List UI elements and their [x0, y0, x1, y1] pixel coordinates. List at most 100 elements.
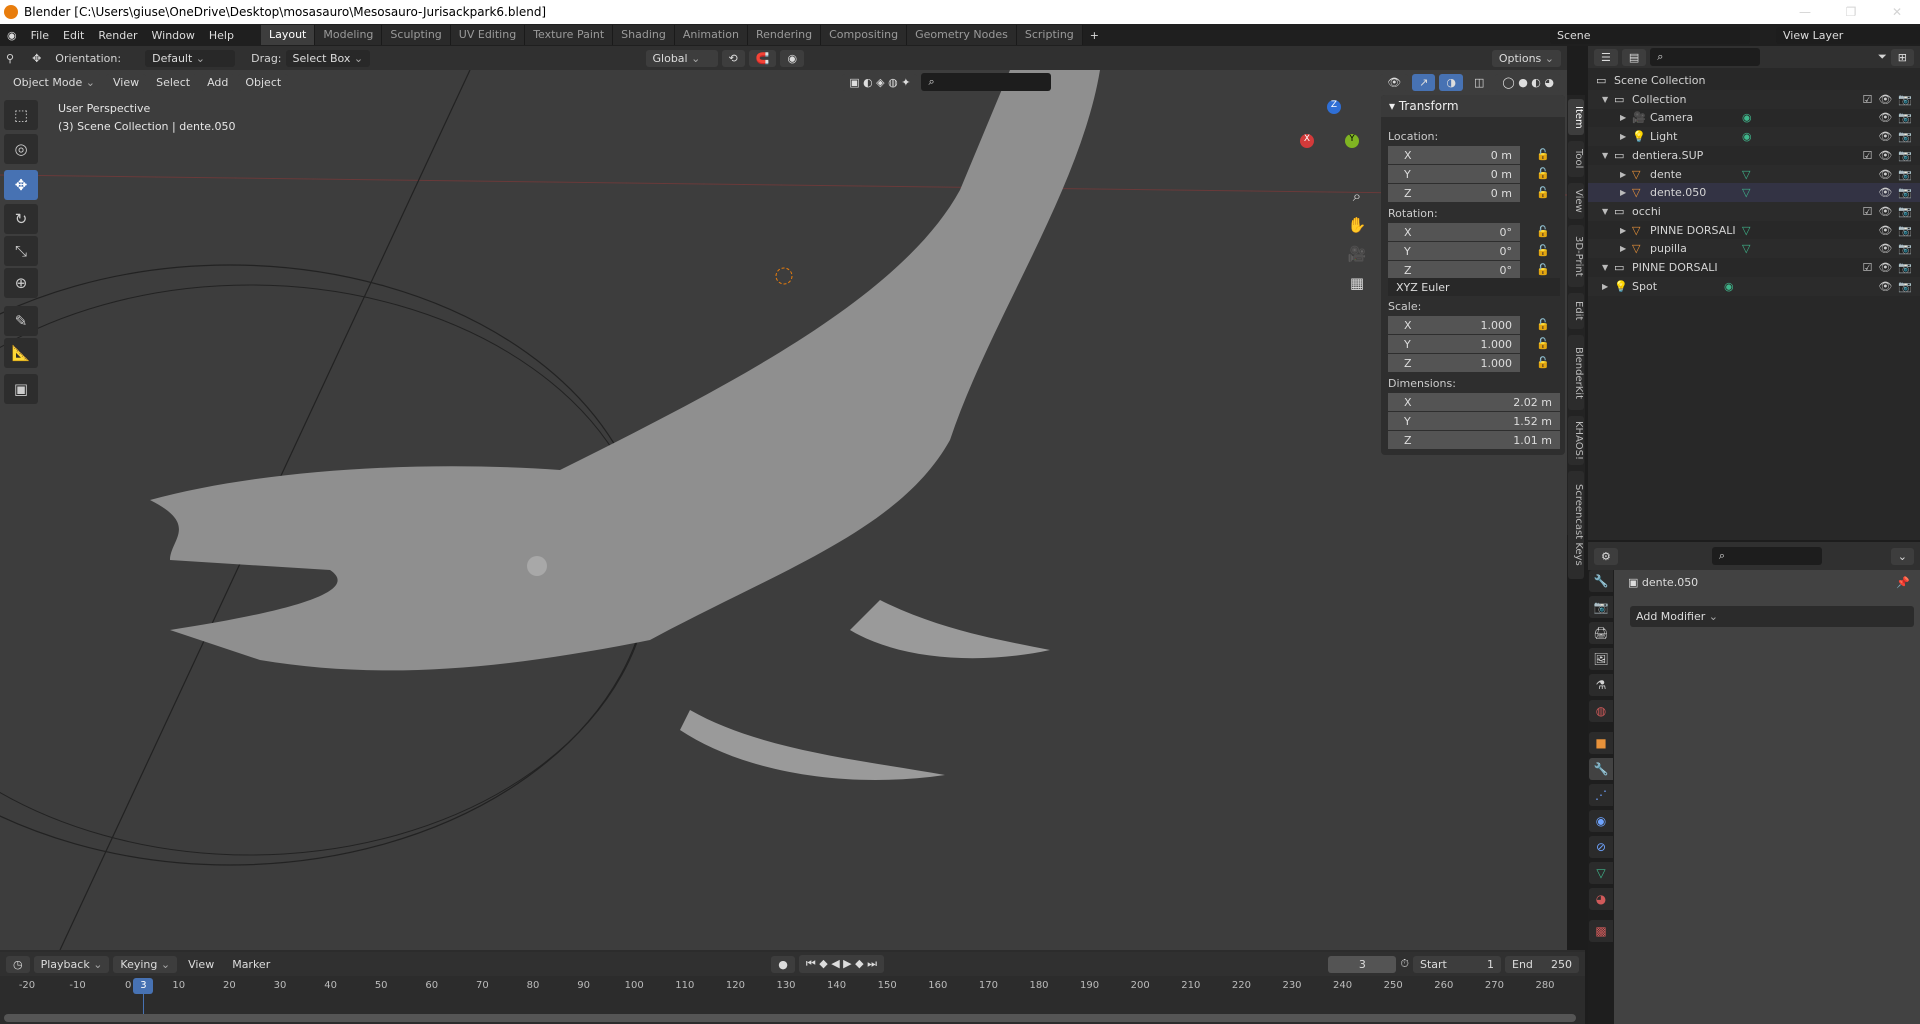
expand-arrow-icon[interactable]: ▼ [1602, 95, 1608, 104]
menu-edit[interactable]: Edit [56, 29, 91, 42]
sidebar-tab-edit[interactable]: Edit [1568, 293, 1584, 329]
outliner-row[interactable]: ▭ Scene Collection [1588, 71, 1920, 90]
overlay-toggle-icon[interactable]: ◑ [1439, 73, 1463, 91]
constraints-tab-icon[interactable]: ⊘ [1589, 836, 1613, 858]
sidebar-tab-screencast-keys[interactable]: Screencast Keys [1568, 471, 1584, 579]
mesh-data-icon[interactable]: ▽ [1742, 186, 1750, 199]
render-camera-icon[interactable]: 📷 [1898, 242, 1912, 255]
sidebar-tab-blenderkit[interactable]: BlenderKit [1568, 335, 1584, 410]
eye-icon[interactable]: 👁 [1878, 186, 1892, 199]
add-workspace-button[interactable]: + [1083, 29, 1106, 42]
annotate-tool[interactable]: ✎ [4, 306, 38, 336]
shading-modes[interactable]: ◯ ● ◐ ◕ [1495, 73, 1561, 91]
options-button[interactable]: Options [1491, 49, 1561, 67]
render-camera-icon[interactable]: 📷 [1898, 261, 1912, 274]
render-camera-icon[interactable]: 📷 [1898, 149, 1912, 162]
rotate-tool[interactable]: ↻ [4, 204, 38, 234]
object-tab-icon[interactable]: ■ [1589, 732, 1613, 754]
rotation-z-field[interactable]: Z 0° [1388, 261, 1520, 279]
viewport-menu-object[interactable]: Object [238, 73, 289, 91]
eye-icon[interactable]: 👁 [1878, 224, 1892, 237]
menu-file[interactable]: File [24, 29, 56, 42]
rotation-y-field[interactable]: Y 0° [1388, 242, 1520, 260]
scene-tab-icon[interactable]: ⚗ [1589, 674, 1613, 696]
gizmo-toggle-icon[interactable]: ↗ [1412, 73, 1436, 91]
outliner-row[interactable]: ▶ ▽ PINNE DORSALI ▽ 👁 📷 [1588, 221, 1920, 240]
scene-selector[interactable]: Scene [1550, 26, 1750, 44]
pin-icon[interactable]: 📌 [1896, 576, 1910, 589]
eye-icon[interactable]: 👁 [1878, 149, 1892, 162]
orientation-dropdown[interactable]: Default [145, 49, 236, 67]
outliner-row[interactable]: ▶ ▽ pupilla ▽ 👁 📷 [1588, 239, 1920, 259]
outliner-row[interactable]: ▼ ▭ occhi ☑ 👁 📷 [1588, 201, 1920, 221]
rotation-lock-icon[interactable]: 🔓 [1536, 244, 1550, 257]
menu-render[interactable]: Render [91, 29, 144, 42]
drag-dropdown[interactable]: Select Box [285, 49, 370, 67]
scale-y-field[interactable]: Y 1.000 [1388, 335, 1520, 353]
measure-tool[interactable]: 📐 [4, 338, 38, 368]
light-data-icon[interactable]: ◉ [1742, 130, 1752, 143]
tab-layout[interactable]: Layout [260, 25, 316, 45]
display-mode-icon[interactable]: ▤ [1621, 48, 1647, 66]
minimize-button[interactable]: — [1782, 0, 1828, 24]
properties-editor-type-icon[interactable]: ⚙ [1594, 547, 1618, 565]
expand-arrow-icon[interactable]: ▶ [1620, 226, 1626, 235]
eye-icon[interactable]: 👁 [1878, 168, 1892, 181]
close-button[interactable]: ✕ [1874, 0, 1920, 24]
scale-tool[interactable]: ⤡ [4, 236, 38, 266]
outliner-row[interactable]: ▶ 💡 Light ◉ 👁 📷 [1588, 127, 1920, 147]
outliner-row[interactable]: ▶ 💡 Spot ◉ 👁 📷 [1588, 276, 1920, 296]
zoom-icon[interactable]: ⌕ [1347, 182, 1367, 211]
mode-dropdown[interactable]: Object Mode [6, 73, 103, 91]
viewport-search-input[interactable]: ⌕ [921, 73, 1052, 91]
render-camera-icon[interactable]: 📷 [1898, 130, 1912, 143]
proportional-edit-icon[interactable]: ◉ [780, 49, 805, 67]
expand-arrow-icon[interactable]: ▶ [1620, 113, 1626, 122]
scale-lock-icon[interactable]: 🔓 [1536, 356, 1550, 369]
add-cube-tool[interactable]: ▣ [4, 374, 38, 404]
outliner-row[interactable]: ▼ ▭ Collection ☑ 👁 📷 [1588, 89, 1920, 109]
sidebar-tab-khaos-[interactable]: KHAOS! [1568, 416, 1584, 465]
location-lock-icon[interactable]: 🔓 [1536, 167, 1550, 180]
playhead-frame-badge[interactable]: 3 [133, 978, 154, 994]
eye-icon[interactable]: 👁 [1878, 280, 1892, 293]
mesh-data-icon[interactable]: ▽ [1742, 242, 1750, 255]
pan-hand-icon[interactable]: ✋ [1347, 211, 1367, 240]
tab-texture-paint[interactable]: Texture Paint [525, 25, 614, 45]
dimensions-z-field[interactable]: Z 1.01 m [1388, 431, 1560, 449]
exclude-checkbox[interactable]: ☑ [1862, 93, 1872, 106]
cursor-tool[interactable]: ◎ [4, 134, 38, 164]
tab-shading[interactable]: Shading [613, 25, 675, 45]
snap-icon[interactable]: 🧲 [748, 49, 777, 67]
viewport-menu-add[interactable]: Add [200, 73, 236, 91]
sidebar-tab-item[interactable]: Item [1568, 99, 1584, 135]
render-camera-icon[interactable]: 📷 [1898, 280, 1912, 293]
particles-tab-icon[interactable]: ⋰ [1589, 784, 1613, 806]
selectability-icons[interactable]: ▣ ◐ ◈ ◍ ✦ [842, 73, 918, 91]
exclude-checkbox[interactable]: ☑ [1862, 261, 1872, 274]
view-layer-tab-icon[interactable]: 🖼 [1589, 648, 1613, 670]
sidebar-tab-3d-print[interactable]: 3D-Print [1568, 225, 1584, 287]
tab-compositing[interactable]: Compositing [821, 25, 908, 45]
outliner-row[interactable]: ▶ ▽ dente.050 ▽ 👁 📷 [1588, 183, 1920, 203]
outliner-row[interactable]: ▶ 🎥 Camera ◉ 👁 📷 [1588, 108, 1920, 127]
camera-data-icon[interactable]: ◉ [1742, 111, 1752, 124]
sidebar-tab-view[interactable]: View [1568, 183, 1584, 219]
mesh-data-icon[interactable]: ▽ [1742, 224, 1750, 237]
modifier-tab-icon[interactable]: 🔧 [1589, 758, 1613, 780]
tab-animation[interactable]: Animation [674, 25, 748, 45]
scale-z-field[interactable]: Z 1.000 [1388, 354, 1520, 372]
eye-icon[interactable]: 👁 [1878, 261, 1892, 274]
expand-arrow-icon[interactable]: ▼ [1602, 263, 1608, 272]
location-y-field[interactable]: Y 0 m [1388, 165, 1520, 183]
outliner-editor-type-icon[interactable]: ☰ [1594, 48, 1618, 66]
exclude-checkbox[interactable]: ☑ [1862, 149, 1872, 162]
expand-arrow-icon[interactable]: ▶ [1620, 244, 1626, 253]
expand-arrow-icon[interactable]: ▶ [1620, 188, 1626, 197]
dimensions-x-field[interactable]: X 2.02 m [1388, 393, 1560, 411]
tab-rendering[interactable]: Rendering [747, 25, 822, 45]
properties-options-chevron[interactable]: ⌄ [1890, 547, 1914, 565]
select-box-tool[interactable]: ⬚ [4, 100, 38, 130]
transform-tool[interactable]: ⊕ [4, 268, 38, 298]
location-z-field[interactable]: Z 0 m [1388, 184, 1520, 202]
